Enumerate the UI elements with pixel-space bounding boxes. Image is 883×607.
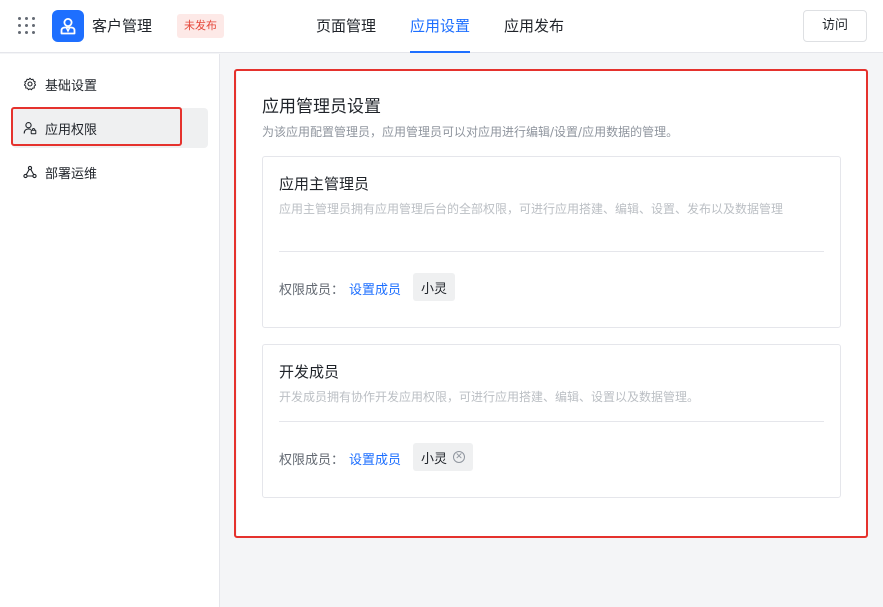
- sidebar: 基础设置 应用权限 部署运维: [0, 54, 220, 607]
- card-description: 开发成员拥有协作开发应用权限，可进行应用搭建、编辑、设置以及数据管理。: [279, 390, 700, 404]
- visit-button[interactable]: 访问: [803, 10, 867, 42]
- member-tag: 小灵 ✕: [413, 443, 474, 471]
- member-tag: 小灵: [413, 273, 456, 301]
- card-description: 应用主管理员拥有应用管理后台的全部权限，可进行应用搭建、编辑、设置、发布以及数据…: [279, 202, 784, 216]
- page-title: 应用管理员设置: [262, 97, 381, 117]
- card-title: 应用主管理员: [279, 175, 370, 193]
- remove-member-icon[interactable]: ✕: [453, 451, 466, 463]
- user-lock-icon: [23, 121, 37, 135]
- status-badge: 未发布: [177, 14, 224, 38]
- sidebar-item-deploy-ops[interactable]: 部署运维: [12, 152, 208, 192]
- member-label: 权限成员：: [279, 453, 345, 468]
- set-members-link[interactable]: 设置成员: [349, 449, 401, 468]
- developer-members-card: 开发成员 开发成员拥有协作开发应用权限，可进行应用搭建、编辑、设置以及数据管理。…: [262, 344, 841, 498]
- sidebar-item-label: 应用权限: [45, 122, 98, 138]
- main-admin-card: 应用主管理员 应用主管理员拥有应用管理后台的全部权限，可进行应用搭建、编辑、设置…: [262, 156, 841, 328]
- network-nodes-icon: [23, 165, 37, 179]
- member-name: 小灵: [421, 281, 448, 297]
- top-header: 客户管理 未发布 页面管理 应用设置 应用发布 访问: [0, 0, 883, 53]
- tab-app-settings[interactable]: 应用设置: [410, 15, 471, 53]
- app-grid-icon[interactable]: [18, 17, 35, 34]
- card-title: 开发成员: [279, 363, 340, 381]
- sidebar-item-label: 基础设置: [45, 78, 98, 94]
- page-description: 为该应用配置管理员，应用管理员可以对应用进行编辑/设置/应用数据的管理。: [262, 125, 679, 139]
- sidebar-item-app-permissions[interactable]: 应用权限: [12, 108, 208, 148]
- app-logo-icon: [52, 10, 84, 42]
- card-divider: [279, 251, 824, 252]
- gear-icon: [23, 77, 37, 91]
- member-label: 权限成员：: [279, 283, 345, 298]
- tab-page-management[interactable]: 页面管理: [316, 15, 376, 53]
- app-name: 客户管理: [92, 17, 153, 35]
- tab-app-publish[interactable]: 应用发布: [504, 15, 564, 53]
- sidebar-item-basic-settings[interactable]: 基础设置: [12, 64, 208, 104]
- card-divider: [279, 421, 824, 422]
- set-members-link[interactable]: 设置成员: [349, 279, 401, 298]
- member-name: 小灵: [421, 451, 448, 467]
- sidebar-item-label: 部署运维: [45, 166, 98, 182]
